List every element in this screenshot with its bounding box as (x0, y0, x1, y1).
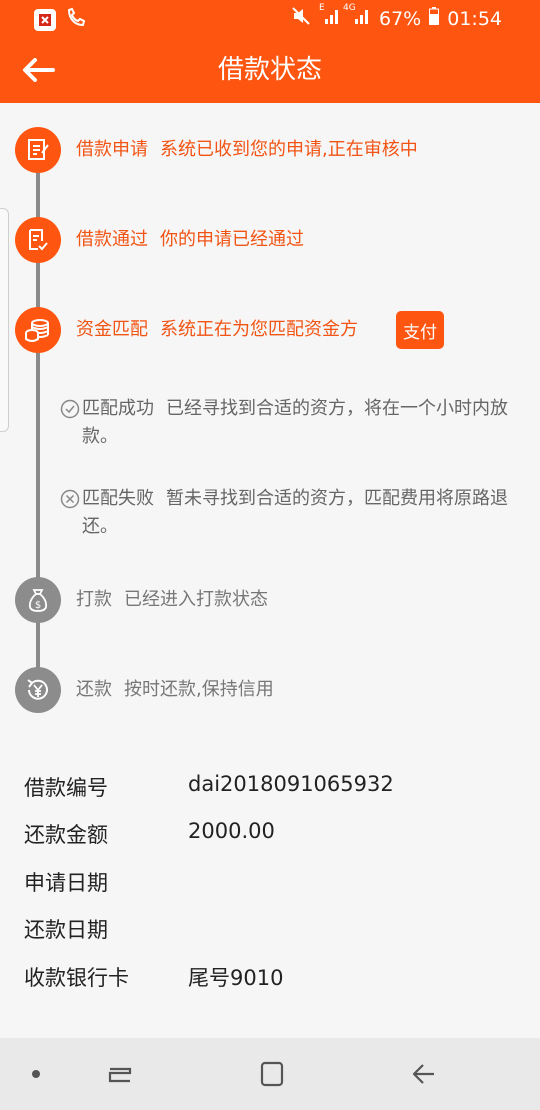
clock: 01:54 (447, 7, 502, 30)
home-square-icon (260, 1061, 284, 1087)
nav-back-button[interactable] (404, 1058, 444, 1090)
app-notification-icon (34, 8, 56, 31)
mute-icon (291, 6, 311, 31)
apply-date-row: 申请日期 (0, 861, 540, 901)
back-arrow-icon (412, 1064, 434, 1084)
loan-number-value: dai2018091065932 (188, 772, 394, 796)
loan-status-timeline: 借款申请 系统已收到您的申请,正在审核中 借款通过 你的申请已经通过 资金匹配 系统正… (0, 103, 540, 743)
check-circle-icon (60, 399, 80, 419)
system-navigation-bar (0, 1038, 540, 1110)
home-button[interactable] (252, 1058, 292, 1090)
match-success-title: 匹配成功 (82, 398, 154, 419)
loan-number-label: 借款编号 (24, 776, 108, 800)
match-failure-title: 匹配失败 (82, 488, 154, 509)
step-title: 资金匹配 (76, 319, 148, 340)
recent-apps-button[interactable] (100, 1058, 140, 1090)
phone-signal-icon (66, 7, 88, 32)
nav-dot-button[interactable] (16, 1058, 56, 1090)
svg-text:$: $ (35, 600, 41, 611)
match-success-note: 匹配成功 已经寻找到合适的资方，将在一个小时内放款。 (60, 395, 515, 451)
signal-4g-icon: 4G (343, 3, 371, 30)
step-desc: 按时还款,保持信用 (124, 679, 274, 700)
step-desc: 你的申请已经通过 (160, 229, 304, 250)
x-circle-icon (60, 489, 80, 509)
step-title: 打款 (76, 589, 112, 610)
loan-number-row: 借款编号 dai2018091065932 (0, 766, 540, 806)
step-desc: 已经进入打款状态 (124, 589, 268, 610)
step-title: 借款通过 (76, 229, 148, 250)
dot-icon (32, 1070, 40, 1078)
repay-amount-label: 还款金额 (24, 823, 108, 847)
app-header: E 4G 67% 01:54 借款状态 (0, 0, 540, 103)
repay-amount-row: 还款金额 2000.00 (0, 813, 540, 853)
edit-document-icon (15, 127, 61, 173)
step-title: 借款申请 (76, 139, 148, 160)
step-title: 还款 (76, 679, 112, 700)
battery-percent: 67% (379, 7, 422, 30)
status-bar: E 4G 67% 01:54 (0, 0, 540, 38)
recent-apps-icon (108, 1067, 132, 1083)
signal-e-icon: E (319, 3, 341, 30)
apply-date-label: 申请日期 (24, 871, 108, 895)
pay-button[interactable]: 支付 (396, 311, 444, 349)
match-failure-note: 匹配失败 暂未寻找到合适的资方，匹配费用将原路退还。 (60, 485, 515, 541)
bank-card-label: 收款银行卡 (24, 966, 129, 990)
repay-yen-icon (15, 667, 61, 713)
coins-icon (15, 307, 61, 353)
bank-card-row: 收款银行卡 尾号9010 (0, 956, 540, 996)
repay-date-label: 还款日期 (24, 918, 108, 942)
money-bag-icon: $ (15, 577, 61, 623)
step-desc: 系统已收到您的申请,正在审核中 (160, 139, 418, 160)
step-desc: 系统正在为您匹配资金方 (160, 319, 358, 340)
page-title: 借款状态 (217, 55, 322, 85)
repay-date-row: 还款日期 (0, 908, 540, 948)
bank-card-value: 尾号9010 (188, 966, 284, 990)
repay-amount-value: 2000.00 (188, 819, 275, 843)
battery-icon (429, 7, 440, 30)
document-check-icon (15, 217, 61, 263)
